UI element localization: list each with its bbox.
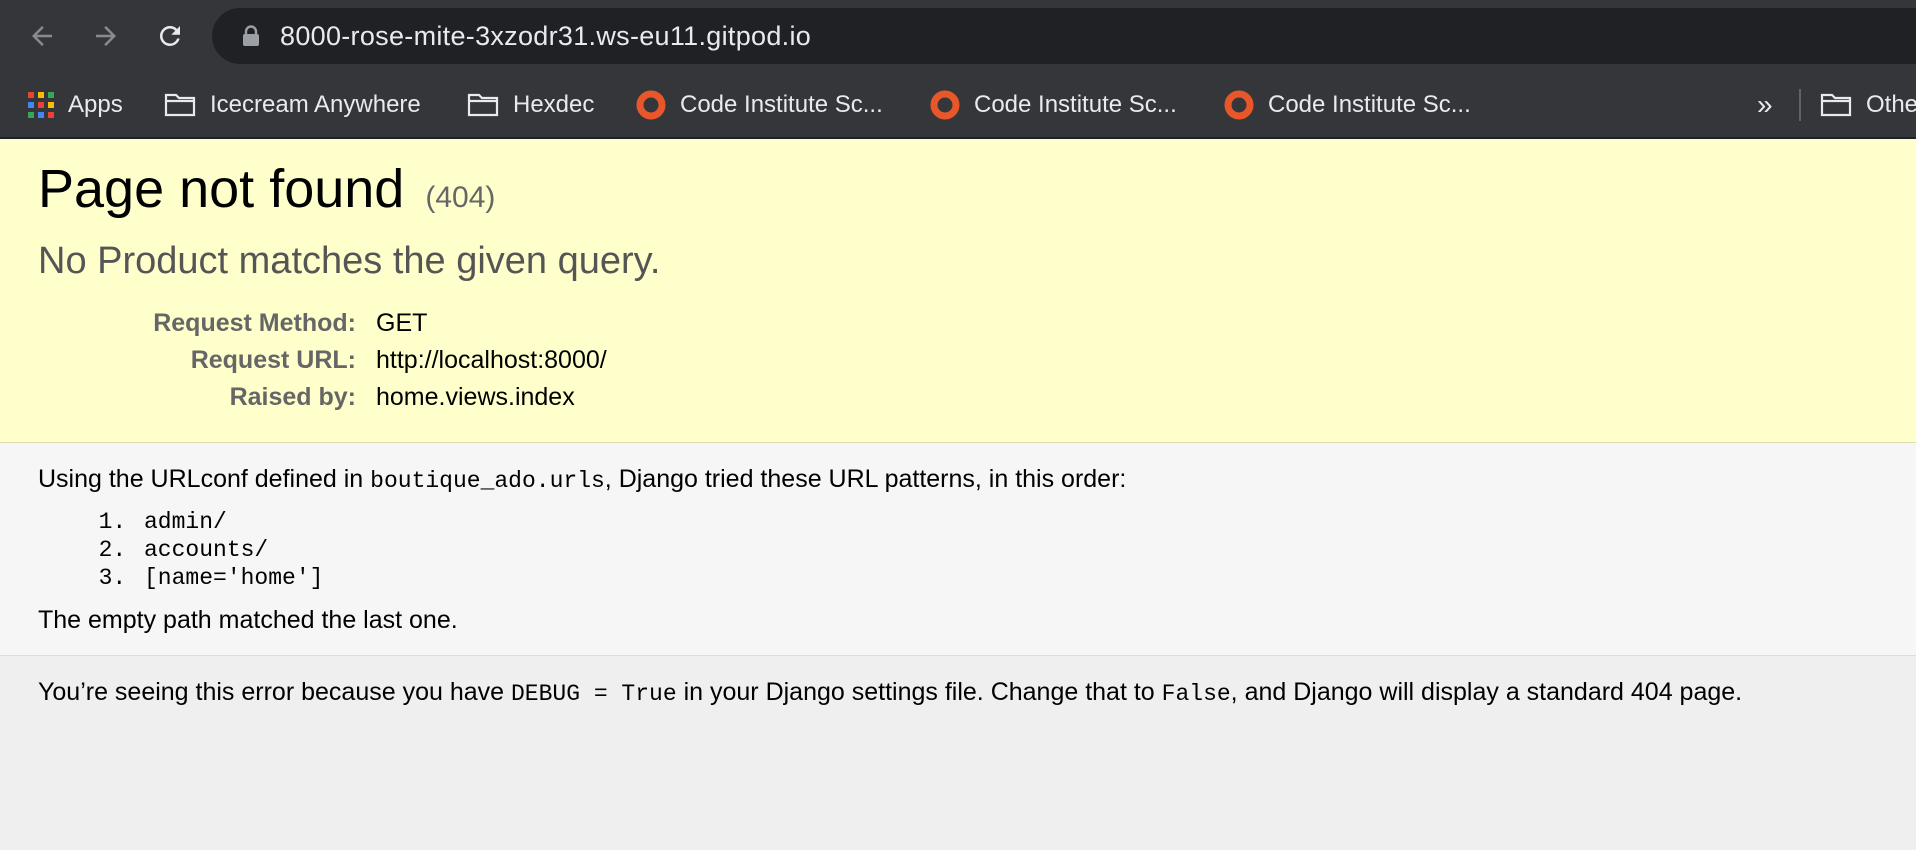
- list-item: [name='home']: [140, 564, 1878, 592]
- request-method-value: GET: [376, 308, 428, 337]
- bookmark-code-institute-2[interactable]: Code Institute Sc...: [930, 73, 1177, 137]
- match-result: The empty path matched the last one.: [38, 605, 458, 634]
- bookmarks-bar: Apps Icecream Anywhere Hexdec Code Insti…: [0, 73, 1916, 139]
- back-button[interactable]: [22, 16, 62, 56]
- raised-by-value: home.views.index: [376, 382, 575, 411]
- folder-icon: [1820, 92, 1852, 118]
- bookmark-label: Icecream Anywhere: [210, 91, 421, 118]
- table-row: Raised by: home.views.index: [38, 379, 607, 416]
- folder-icon: [467, 92, 499, 118]
- debug-setting-code: DEBUG = True: [511, 680, 677, 707]
- intro-text: , Django tried these URL patterns, in th…: [604, 464, 1127, 493]
- url-pattern-list: admin/ accounts/ [name='home']: [38, 508, 1878, 592]
- list-item: accounts/: [140, 536, 1878, 564]
- folder-icon: [164, 92, 196, 118]
- code-institute-icon: [930, 90, 960, 120]
- browser-chrome: 8000-rose-mite-3xzodr31.ws-eu11.gitpod.i…: [0, 0, 1916, 139]
- forward-button[interactable]: [86, 16, 126, 56]
- table-row: Request URL: http://localhost:8000/: [38, 342, 607, 379]
- reload-button[interactable]: [150, 16, 190, 56]
- bookmark-code-institute-3[interactable]: Code Institute Sc...: [1224, 73, 1471, 137]
- bookmark-icecream-anywhere[interactable]: Icecream Anywhere: [164, 73, 421, 137]
- explanation-part: in your Django settings file. Change tha…: [676, 677, 1162, 706]
- browser-toolbar: 8000-rose-mite-3xzodr31.ws-eu11.gitpod.i…: [0, 0, 1916, 73]
- bookmark-label: Hexdec: [513, 91, 595, 118]
- code-institute-icon: [1224, 90, 1254, 120]
- request-url-label: Request URL:: [190, 345, 356, 374]
- bookmark-label: Code Institute Sc...: [974, 91, 1177, 118]
- bookmark-label: Apps: [68, 91, 123, 118]
- error-summary: Page not found (404) No Product matches …: [0, 139, 1916, 443]
- bookmark-other-bookmarks[interactable]: Othe: [1820, 73, 1916, 137]
- bookmark-label: Code Institute Sc...: [1268, 91, 1471, 118]
- error-message: No Product matches the given query.: [38, 239, 661, 282]
- bookmark-code-institute-1[interactable]: Code Institute Sc...: [636, 73, 883, 137]
- bookmark-hexdec[interactable]: Hexdec: [467, 73, 594, 137]
- request-url-value: http://localhost:8000/: [376, 345, 607, 374]
- url-patterns-info: Using the URLconf defined in boutique_ad…: [0, 442, 1916, 656]
- apps-grid-icon: [28, 92, 54, 118]
- bookmark-apps[interactable]: Apps: [28, 73, 123, 137]
- table-row: Request Method: GET: [38, 305, 607, 342]
- page-title: Page not found (404): [38, 157, 1878, 222]
- intro-text: Using the URLconf defined in: [38, 464, 371, 493]
- bookmark-label: Code Institute Sc...: [680, 91, 883, 118]
- urlconf-name: boutique_ado.urls: [370, 467, 605, 494]
- explanation-part: , and Django will display a standard 404…: [1230, 677, 1743, 706]
- status-code: (404): [425, 181, 496, 214]
- request-info-table: Request Method: GET Request URL: http://…: [38, 305, 607, 416]
- urlconf-intro: Using the URLconf defined in boutique_ad…: [38, 465, 1878, 494]
- page-title-text: Page not found: [38, 159, 405, 219]
- arrow-left-icon: [32, 26, 52, 46]
- request-method-label: Request Method:: [153, 308, 356, 337]
- false-value-code: False: [1161, 680, 1231, 707]
- arrow-right-icon: [96, 26, 116, 46]
- list-item: admin/: [140, 508, 1878, 536]
- bookmarks-overflow-button[interactable]: »: [1757, 73, 1773, 137]
- bookmarks-separator: [1799, 89, 1801, 121]
- lock-icon: [240, 24, 262, 48]
- debug-explanation: You’re seeing this error because you hav…: [0, 656, 1916, 729]
- reload-icon: [159, 25, 180, 46]
- explanation-part: You’re seeing this error because you hav…: [38, 677, 511, 706]
- code-institute-icon: [636, 90, 666, 120]
- raised-by-label: Raised by:: [229, 382, 356, 411]
- address-url[interactable]: 8000-rose-mite-3xzodr31.ws-eu11.gitpod.i…: [280, 21, 811, 52]
- bookmark-label: Othe: [1866, 91, 1916, 118]
- explanation-text: You’re seeing this error because you hav…: [38, 678, 1878, 707]
- address-bar[interactable]: 8000-rose-mite-3xzodr31.ws-eu11.gitpod.i…: [212, 8, 1916, 64]
